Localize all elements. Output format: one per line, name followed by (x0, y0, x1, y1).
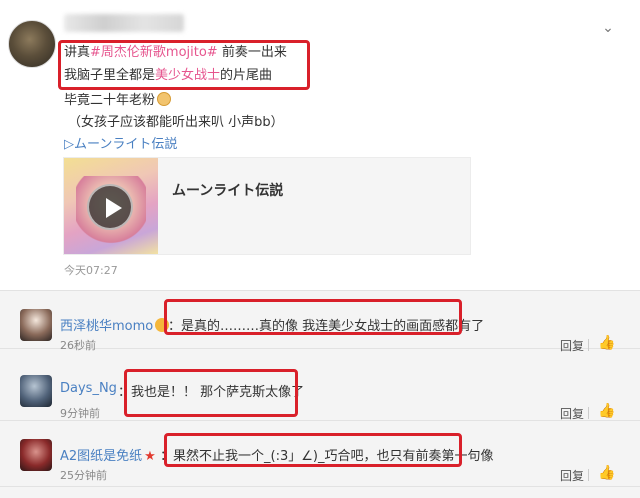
like-icon[interactable]: 👍 (598, 403, 615, 419)
like-icon[interactable]: 👍 (598, 465, 615, 481)
divider (588, 407, 589, 419)
comment-list: 西泽桃华momo ：是真的………真的像 我连美少女战士的画面感都有了 26秒前 … (0, 290, 640, 498)
emoji-icon (157, 92, 172, 106)
comment-item: A2图纸是免纸 ★ ：果然不止我一个_(:3」∠)_巧合吧，也只有前奏第一句像 2… (0, 429, 640, 487)
post-line-4: （女孩子应该都能听出来叭 小声bb） (68, 115, 284, 130)
comment-time: 9分钟前 (60, 407, 100, 420)
commenter-name[interactable]: A2图纸是免纸 ★ (60, 445, 156, 464)
topic-link[interactable]: #周杰伦新歌mojito# (90, 45, 218, 60)
post-timestamp: 今天07:27 (64, 264, 118, 277)
divider (588, 469, 589, 481)
comment-text: ：果然不止我一个_(:3」∠)_巧合吧，也只有前奏第一句像 (160, 449, 494, 464)
card-title: ムーンライト伝説 (172, 183, 284, 199)
author-avatar[interactable] (8, 20, 56, 68)
post-line-1: 讲真#周杰伦新歌mojito# 前奏一出来 (64, 44, 287, 62)
music-link[interactable]: ▷ムーンライト伝説 (64, 136, 177, 154)
comment-text: ：我也是！！ 那个萨克斯太像了 (118, 385, 305, 400)
comment-item: 西泽桃华momo ：是真的………真的像 我连美少女战士的画面感都有了 26秒前 … (0, 291, 640, 353)
star-icon: ★ (144, 449, 156, 464)
commenter-avatar[interactable] (20, 309, 52, 341)
commenter-avatar[interactable] (20, 375, 52, 407)
album-cover (64, 158, 158, 254)
reply-button[interactable]: 回复 (560, 337, 584, 354)
play-icon[interactable] (87, 184, 133, 230)
post-line-3: 毕竟二十年老粉 (64, 92, 172, 110)
post-text: 讲真 (64, 45, 91, 60)
commenter-name[interactable]: Days_Ng (60, 381, 117, 396)
reply-button[interactable]: 回复 (560, 467, 584, 484)
comment-time: 26秒前 (60, 339, 96, 352)
post-line-2: 我脑子里全都是美少女战士的片尾曲 (64, 67, 272, 85)
weibo-post: ⌄ 讲真#周杰伦新歌mojito# 前奏一出来 我脑子里全都是美少女战士的片尾曲… (0, 0, 640, 290)
highlight-text: 美少女战士 (155, 68, 221, 83)
commenter-avatar[interactable] (20, 439, 52, 471)
post-text: 毕竟二十年老粉 (64, 93, 156, 108)
comment-time: 25分钟前 (60, 469, 107, 482)
chevron-down-icon[interactable]: ⌄ (600, 20, 616, 36)
post-text: 我脑子里全都是 (64, 68, 156, 83)
divider (588, 339, 589, 351)
commenter-name[interactable]: 西泽桃华momo (60, 315, 170, 334)
music-card[interactable]: ムーンライト伝説 (63, 157, 471, 255)
like-icon[interactable]: 👍 (598, 335, 615, 351)
author-name-blurred (64, 14, 184, 32)
comment-text: ：是真的………真的像 我连美少女战士的画面感都有了 (168, 319, 485, 334)
reply-button[interactable]: 回复 (560, 405, 584, 422)
post-text: 的片尾曲 (220, 68, 273, 83)
comment-item: Days_Ng ：我也是！！ 那个萨克斯太像了 9分钟前 回复 👍 (0, 363, 640, 421)
post-text: 前奏一出来 (217, 45, 287, 60)
